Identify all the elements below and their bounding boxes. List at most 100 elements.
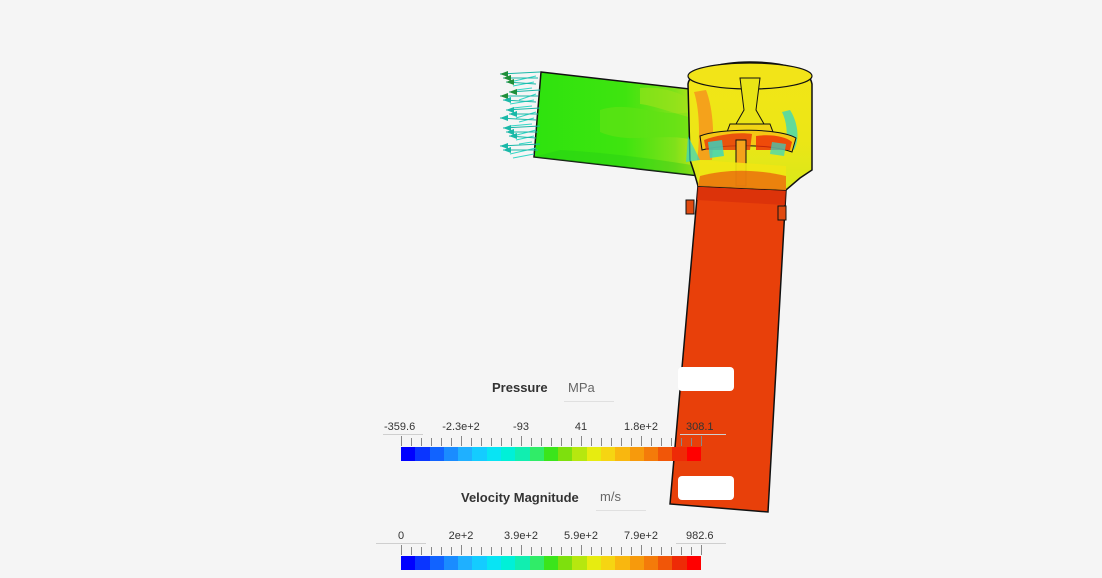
velocity-arrow-head bbox=[500, 93, 508, 99]
color-swatch bbox=[472, 556, 487, 570]
velocity-arrow bbox=[512, 105, 533, 109]
velocity-arrow-head bbox=[506, 107, 514, 113]
tick-mark bbox=[541, 547, 542, 555]
tick-mark bbox=[401, 545, 402, 555]
tick-mark bbox=[561, 547, 562, 555]
color-swatch bbox=[658, 556, 673, 570]
velocity-arrow bbox=[515, 111, 537, 119]
tick-mark bbox=[551, 438, 552, 446]
color-swatch bbox=[629, 447, 644, 461]
tick-mark bbox=[431, 438, 432, 446]
pressure-tick-label: 41 bbox=[574, 421, 588, 433]
color-swatch bbox=[558, 556, 573, 570]
tick-mark bbox=[421, 547, 422, 555]
tick-mark bbox=[491, 438, 492, 446]
tick-mark bbox=[551, 547, 552, 555]
tick-mark bbox=[581, 436, 582, 446]
tick-mark bbox=[671, 547, 672, 555]
color-swatch bbox=[429, 447, 444, 461]
velocity-arrow-head bbox=[500, 143, 508, 149]
color-swatch bbox=[500, 556, 516, 570]
tick-mark bbox=[601, 438, 602, 446]
pressure-tick-label: -93 bbox=[513, 421, 529, 433]
velocity-arrow bbox=[509, 123, 533, 127]
pressure-min-label: -359.6 bbox=[384, 421, 416, 433]
color-swatch bbox=[543, 556, 559, 570]
tick-mark bbox=[451, 547, 452, 555]
tick-mark bbox=[641, 436, 642, 446]
color-swatch bbox=[429, 556, 444, 570]
velocity-arrow bbox=[518, 141, 533, 145]
tick-mark bbox=[631, 438, 632, 446]
tick-mark bbox=[421, 438, 422, 446]
color-swatch bbox=[615, 556, 630, 570]
outlet-tube bbox=[669, 185, 787, 513]
color-swatch bbox=[600, 447, 616, 461]
tick-mark bbox=[691, 438, 692, 446]
color-swatch bbox=[401, 556, 416, 570]
pressure-min-underline bbox=[383, 434, 423, 435]
tick-mark bbox=[511, 547, 512, 555]
tick-mark bbox=[641, 545, 642, 555]
velocity-tick-label: 5.9e+2 bbox=[564, 530, 598, 542]
tick-mark bbox=[591, 438, 592, 446]
color-swatch bbox=[486, 447, 501, 461]
velocity-max-label: 982.6 bbox=[686, 530, 714, 542]
velocity-arrow-head bbox=[509, 89, 517, 95]
color-swatch bbox=[486, 556, 501, 570]
tick-mark bbox=[531, 547, 532, 555]
color-swatch bbox=[458, 556, 473, 570]
tick-mark bbox=[621, 547, 622, 555]
color-swatch bbox=[558, 447, 573, 461]
velocity-min-label: 0 bbox=[397, 530, 405, 542]
color-swatch bbox=[600, 556, 616, 570]
tick-mark bbox=[661, 438, 662, 446]
velocity-legend-panel bbox=[678, 476, 734, 500]
tick-mark bbox=[441, 438, 442, 446]
tick-mark bbox=[531, 438, 532, 446]
velocity-tick-marks bbox=[401, 545, 702, 555]
velocity-arrow bbox=[515, 87, 533, 91]
tick-mark bbox=[471, 438, 472, 446]
color-swatch bbox=[586, 447, 601, 461]
tick-mark bbox=[481, 438, 482, 446]
tick-mark bbox=[611, 438, 612, 446]
color-swatch bbox=[686, 556, 701, 570]
tick-mark bbox=[621, 438, 622, 446]
velocity-arrow bbox=[512, 153, 535, 159]
tick-mark bbox=[501, 547, 502, 555]
tick-mark bbox=[581, 545, 582, 555]
tick-mark bbox=[481, 547, 482, 555]
velocity-legend-title: Velocity Magnitude bbox=[461, 490, 579, 505]
pressure-max-underline bbox=[680, 434, 726, 435]
tick-mark bbox=[511, 438, 512, 446]
tick-mark bbox=[461, 436, 462, 446]
pressure-legend-panel bbox=[678, 367, 734, 391]
tick-mark bbox=[681, 547, 682, 555]
velocity-arrow-head bbox=[503, 125, 511, 131]
color-swatch bbox=[572, 556, 587, 570]
pressure-unit-field[interactable]: MPa bbox=[564, 380, 614, 402]
color-swatch bbox=[643, 556, 659, 570]
tick-mark bbox=[431, 547, 432, 555]
tick-mark bbox=[671, 438, 672, 446]
tick-mark bbox=[451, 438, 452, 446]
color-swatch bbox=[529, 556, 544, 570]
tick-mark bbox=[651, 438, 652, 446]
velocity-unit-field[interactable]: m/s bbox=[596, 489, 646, 511]
color-swatch bbox=[415, 556, 430, 570]
velocity-tick-label: 3.9e+2 bbox=[504, 530, 538, 542]
tick-mark bbox=[441, 547, 442, 555]
tick-mark bbox=[541, 438, 542, 446]
tick-mark bbox=[521, 436, 522, 446]
tick-mark bbox=[701, 545, 702, 555]
tick-mark bbox=[571, 438, 572, 446]
color-swatch bbox=[615, 447, 630, 461]
color-swatch bbox=[658, 447, 673, 461]
valve-housing bbox=[686, 61, 813, 191]
color-swatch bbox=[643, 447, 659, 461]
velocity-arrow-head bbox=[500, 115, 508, 121]
tick-mark bbox=[561, 438, 562, 446]
tick-mark bbox=[591, 547, 592, 555]
color-swatch bbox=[415, 447, 430, 461]
